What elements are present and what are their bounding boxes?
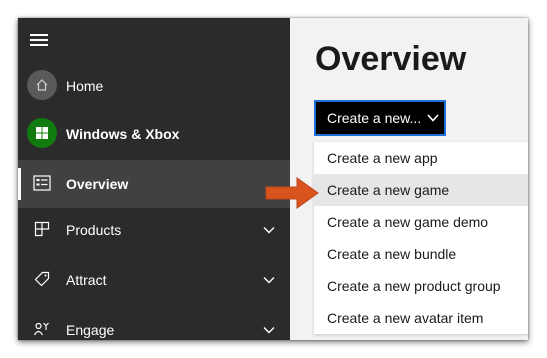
menu-item-new-app[interactable]: Create a new app [314,142,528,174]
sidebar-item-label: Products [66,222,122,238]
hamburger-menu-icon[interactable] [30,34,48,48]
sidebar-item-products[interactable]: Products [18,206,290,254]
main-content: Overview Create a new... Create a new ap… [290,18,528,340]
sidebar-item-label: Windows & Xbox [66,126,180,142]
chevron-down-icon [427,114,439,122]
create-new-dropdown-button[interactable]: Create a new... [314,100,446,136]
sidebar-item-label: Overview [66,176,129,192]
dashboard-icon [26,167,58,199]
menu-item-new-game[interactable]: Create a new game [314,174,528,206]
sidebar-item-overview[interactable]: Overview [18,160,290,208]
sidebar-item-windows-xbox[interactable]: Windows & Xbox [18,110,290,158]
menu-item-new-bundle[interactable]: Create a new bundle [314,238,528,270]
engage-icon [26,313,58,340]
menu-item-new-game-demo[interactable]: Create a new game demo [314,206,528,238]
sidebar-item-engage[interactable]: Engage [18,306,290,340]
create-new-menu: Create a new app Create a new game Creat… [314,142,528,334]
menu-item-new-avatar-item[interactable]: Create a new avatar item [314,302,528,334]
chevron-down-icon [263,227,275,234]
chevron-down-icon [263,327,275,334]
menu-item-new-product-group[interactable]: Create a new product group [314,270,528,302]
create-new-label: Create a new... [327,110,422,126]
sidebar-item-label: Attract [66,272,107,288]
active-indicator [18,168,21,200]
chevron-down-icon [263,277,275,284]
windows-logo-icon [26,117,58,149]
app-window: Home Windows & Xbox Overview Products At… [18,18,528,340]
sidebar-item-attract[interactable]: Attract [18,256,290,304]
sidebar-item-label: Engage [66,322,115,338]
sidebar-nav: Home Windows & Xbox Overview Products At… [18,18,290,340]
page-title: Overview [315,40,467,78]
sidebar-item-label: Home [66,78,104,94]
home-icon [26,69,58,101]
products-icon [26,213,58,245]
tag-icon [26,263,58,295]
callout-arrow-icon [265,177,319,209]
sidebar-item-home[interactable]: Home [18,62,290,110]
